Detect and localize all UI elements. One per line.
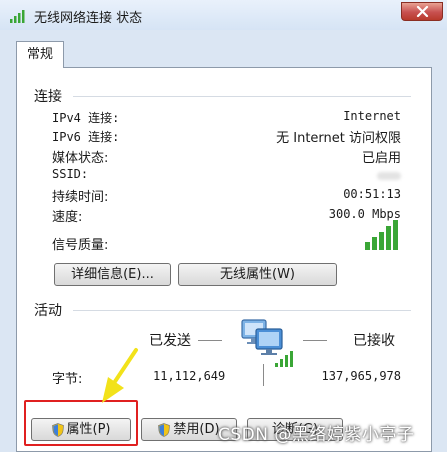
ipv4-label: IPv4 连接: xyxy=(52,111,120,125)
speed-label: 速度: xyxy=(52,210,83,225)
title-bar[interactable]: 无线网络连接 状态 xyxy=(0,0,447,30)
close-icon xyxy=(416,6,429,17)
details-button[interactable]: 详细信息(E)... xyxy=(54,263,171,286)
ipv6-label: IPv6 连接: xyxy=(52,130,120,144)
connection-separator xyxy=(73,96,411,97)
dialog-body: 常规 连接 IPv4 连接: Internet IPv6 连接: 无 Inter… xyxy=(0,30,447,452)
uac-shield-icon xyxy=(158,422,171,437)
bytes-label: 字节: xyxy=(52,372,83,387)
general-panel: 连接 IPv4 连接: Internet IPv6 连接: 无 Internet… xyxy=(16,67,432,452)
bytes-received-value: 137,965,978 xyxy=(321,369,401,383)
media-state-value: 已启用 xyxy=(361,151,401,166)
wireless-properties-button[interactable]: 无线属性(W) xyxy=(178,263,337,286)
bytes-divider xyxy=(263,364,264,386)
tab-general[interactable]: 常规 xyxy=(16,41,64,68)
ssid-value-redacted xyxy=(377,172,401,180)
ipv6-value: 无 Internet 访问权限 xyxy=(276,131,401,146)
annotation-arrow-icon xyxy=(102,348,138,403)
connection-heading: 连接 xyxy=(34,89,62,105)
received-dash xyxy=(303,340,327,341)
ssid-label: SSID: xyxy=(52,167,89,181)
ipv4-value: Internet xyxy=(343,109,401,123)
bytes-sent-value: 11,112,649 xyxy=(153,369,226,383)
media-state-label: 媒体状态: xyxy=(52,151,109,166)
duration-label: 持续时间: xyxy=(52,190,109,205)
sent-label: 已发送 xyxy=(149,333,191,349)
close-button[interactable] xyxy=(401,2,443,21)
activity-heading: 活动 xyxy=(34,303,62,319)
disable-button-label: 禁用(D) xyxy=(173,422,220,437)
activity-separator xyxy=(73,310,411,311)
signal-bars-icon xyxy=(10,10,25,23)
sent-dash xyxy=(198,340,222,341)
speed-value: 300.0 Mbps xyxy=(328,207,401,221)
received-label: 已接收 xyxy=(353,333,395,349)
network-computers-icon xyxy=(241,319,293,367)
signal-strength-icon xyxy=(365,220,398,250)
watermark: CSDN @黑络婷紫小亭子 xyxy=(218,425,415,445)
window-title: 无线网络连接 状态 xyxy=(34,11,143,26)
duration-value: 00:51:13 xyxy=(343,187,401,201)
signal-quality-label: 信号质量: xyxy=(52,238,109,253)
